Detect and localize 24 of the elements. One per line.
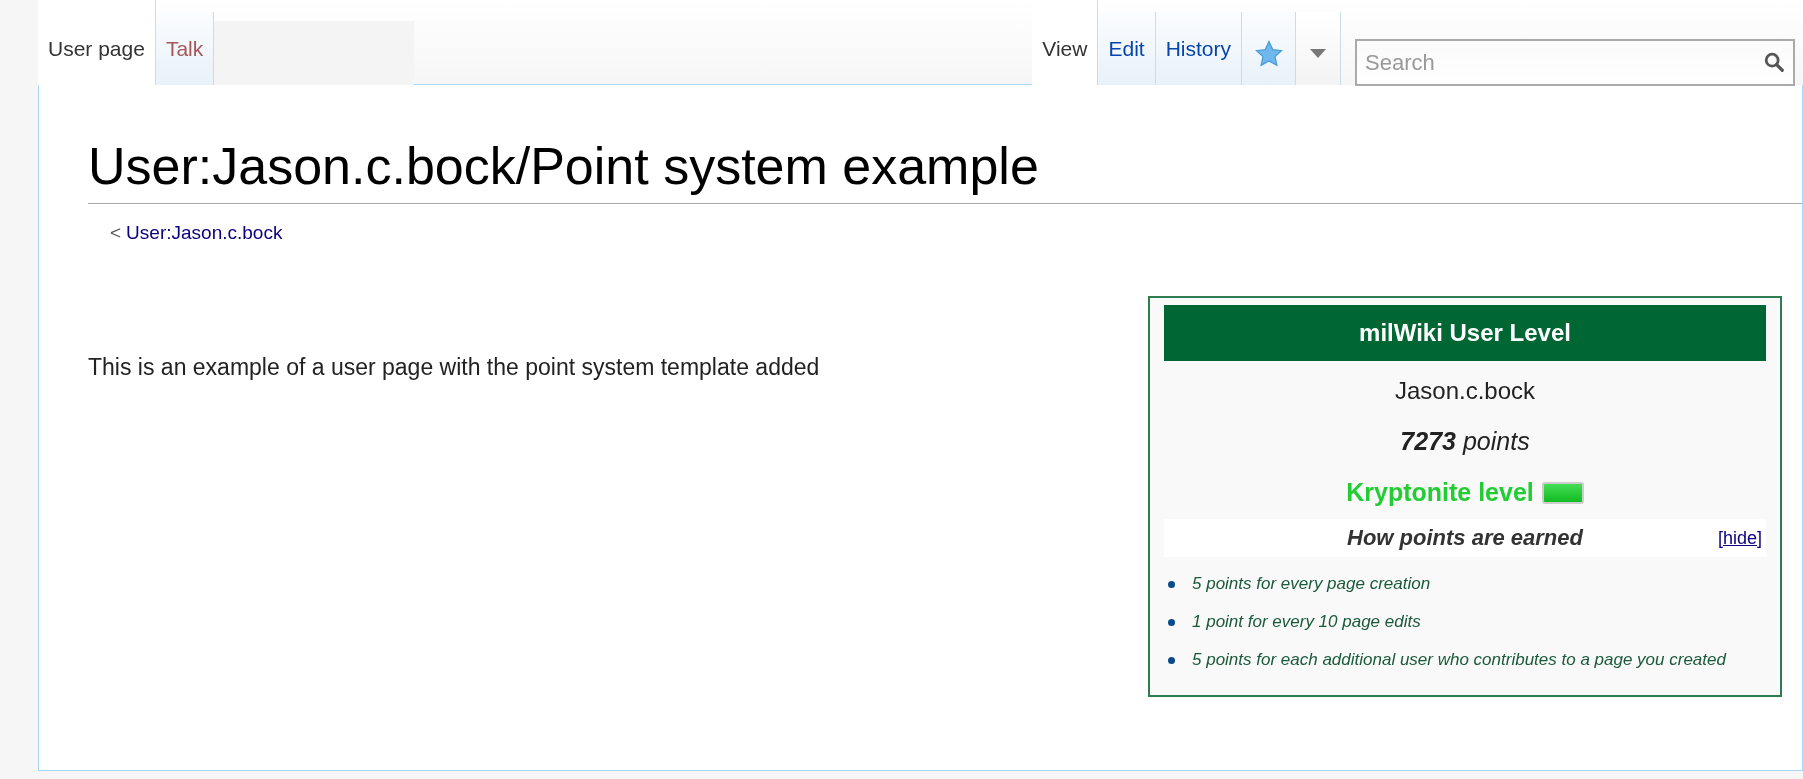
view-tab[interactable]: Edit <box>1098 12 1156 86</box>
view-tab[interactable]: History <box>1155 12 1242 86</box>
search-icon[interactable] <box>1763 51 1785 73</box>
body-text: This is an example of a user page with the point system template added <box>88 354 820 382</box>
hide-link[interactable]: [hide] <box>1717 527 1762 549</box>
page-tab[interactable]: Talk <box>155 12 215 86</box>
view-tab[interactable]: View <box>1032 0 1099 86</box>
section-title: How points are earned <box>1347 525 1583 552</box>
breadcrumb-marker: < <box>110 222 122 245</box>
search-field[interactable]: Search <box>1355 39 1795 86</box>
infobox-header: milWiki User Level <box>1164 305 1766 362</box>
bullet-icon <box>1168 657 1175 665</box>
points-count: 7273 points <box>1399 427 1531 457</box>
list-item: 1 point for every 10 page edits <box>1192 607 1766 638</box>
list-item: 5 points for each additional user who contributes to a page you created <box>1192 645 1766 676</box>
list-item: 5 points for every page creation <box>1192 569 1766 600</box>
level-label: Kryptonite level <box>1346 478 1534 508</box>
user-name: Jason.c.bock <box>1393 377 1537 406</box>
bullet-icon <box>1168 581 1175 589</box>
breadcrumb-link[interactable]: User:Jason.c.bock <box>126 222 283 245</box>
level-swatch <box>1541 481 1584 504</box>
page-tab[interactable]: User page <box>38 0 156 86</box>
page-title: User:Jason.c.bock/Point system example <box>88 97 1802 205</box>
bullet-icon <box>1168 619 1175 627</box>
